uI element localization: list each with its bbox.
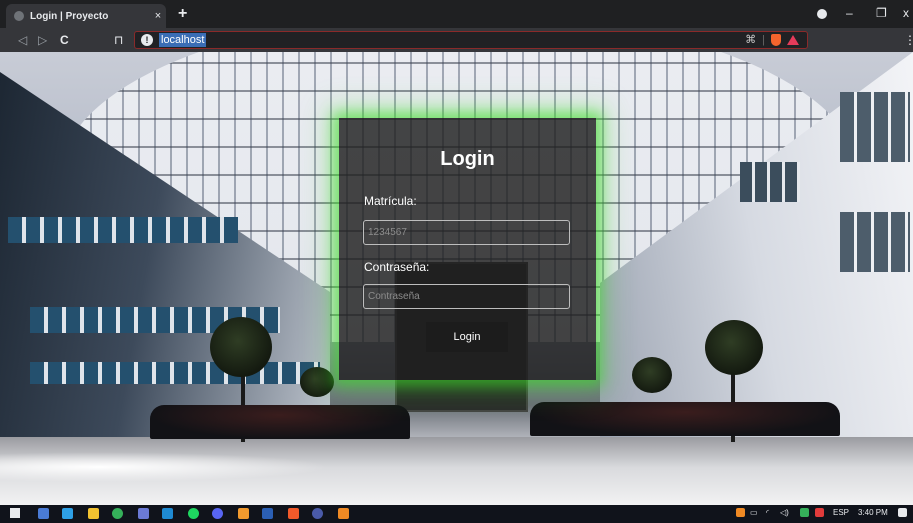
start-icon[interactable]: [10, 508, 20, 518]
discord-icon[interactable]: [212, 508, 223, 519]
obs-icon[interactable]: [312, 508, 323, 519]
brave-shield-icon[interactable]: [771, 33, 781, 46]
task-view-icon[interactable]: [38, 508, 49, 519]
window-row-decor: [840, 212, 910, 272]
tree-decor: [300, 367, 334, 397]
browser-tab-bar: Login | Proyecto × + – ❐ x: [0, 0, 913, 28]
maps-icon[interactable]: [112, 508, 123, 519]
tree-decor: [210, 317, 272, 377]
window-row-decor: [840, 92, 910, 162]
window-row-decor: [8, 217, 238, 243]
floor-reflection-decor: [0, 452, 330, 482]
bookmark-icon[interactable]: ⊓: [114, 33, 123, 47]
url-text[interactable]: localhost: [159, 33, 207, 47]
matricula-input[interactable]: [363, 220, 570, 245]
brave-icon[interactable]: [288, 508, 299, 519]
maximize-button[interactable]: ❐: [876, 6, 887, 20]
tree-decor: [705, 320, 763, 375]
tree-decor: [632, 357, 672, 393]
address-bar[interactable]: ! localhost ⌘ |: [134, 31, 808, 49]
battery-icon[interactable]: ▭: [750, 508, 758, 517]
spotify-icon[interactable]: [188, 508, 199, 519]
tab-title: Login | Proyecto: [30, 10, 109, 22]
back-button[interactable]: ◁: [18, 33, 27, 47]
new-tab-button[interactable]: +: [178, 5, 187, 23]
notification-icon[interactable]: [898, 508, 907, 517]
file-explorer-icon[interactable]: [62, 508, 73, 519]
password-label: Contraseña:: [364, 260, 430, 274]
password-input[interactable]: [363, 284, 570, 309]
sublime-icon[interactable]: [238, 508, 249, 519]
tray-alert-icon[interactable]: [815, 508, 824, 517]
clock[interactable]: 3:40 PM: [858, 508, 888, 517]
crowd-decor: [530, 402, 840, 436]
extension-icon[interactable]: ⌘: [745, 33, 756, 46]
tray-sync-icon[interactable]: [800, 508, 809, 517]
steam-icon[interactable]: [138, 508, 149, 519]
browser-toolbar: ◁ ▷ C ⊓ ! localhost ⌘ | ⋮: [0, 28, 913, 52]
close-window-button[interactable]: x: [903, 6, 909, 20]
vscode-icon[interactable]: [162, 508, 173, 519]
tab-close-icon[interactable]: ×: [150, 10, 166, 22]
globe-icon: [14, 11, 24, 21]
login-form: Login Matrícula: Contraseña: Login: [339, 118, 596, 380]
profile-icon[interactable]: [817, 9, 827, 19]
volume-icon[interactable]: ◁): [780, 508, 789, 517]
browser-menu-icon[interactable]: ⋮: [904, 33, 913, 47]
browser-tab[interactable]: Login | Proyecto ×: [6, 4, 166, 28]
forward-button[interactable]: ▷: [38, 33, 47, 47]
matricula-label: Matrícula:: [364, 194, 417, 208]
window-row-decor: [30, 362, 320, 384]
site-info-icon[interactable]: !: [141, 34, 153, 46]
brave-rewards-icon[interactable]: [787, 34, 799, 45]
xampp-icon[interactable]: [338, 508, 349, 519]
address-bar-icons: ⌘ |: [745, 33, 799, 46]
minimize-button[interactable]: –: [846, 6, 853, 20]
crowd-decor: [150, 405, 410, 439]
window-row-decor: [740, 162, 800, 202]
language-indicator[interactable]: ESP: [833, 508, 849, 517]
network-icon[interactable]: ◜: [766, 508, 769, 517]
reload-button[interactable]: C: [60, 33, 69, 47]
screen: Login | Proyecto × + – ❐ x ◁ ▷ C ⊓ ! loc…: [0, 0, 913, 523]
taskbar: ▭ ◜ ◁) ESP 3:40 PM: [0, 505, 913, 523]
tray-app-icon[interactable]: [736, 508, 745, 517]
login-button[interactable]: Login: [426, 322, 508, 352]
word-icon[interactable]: [262, 508, 273, 519]
sticky-notes-icon[interactable]: [88, 508, 99, 519]
login-title: Login: [440, 148, 495, 170]
